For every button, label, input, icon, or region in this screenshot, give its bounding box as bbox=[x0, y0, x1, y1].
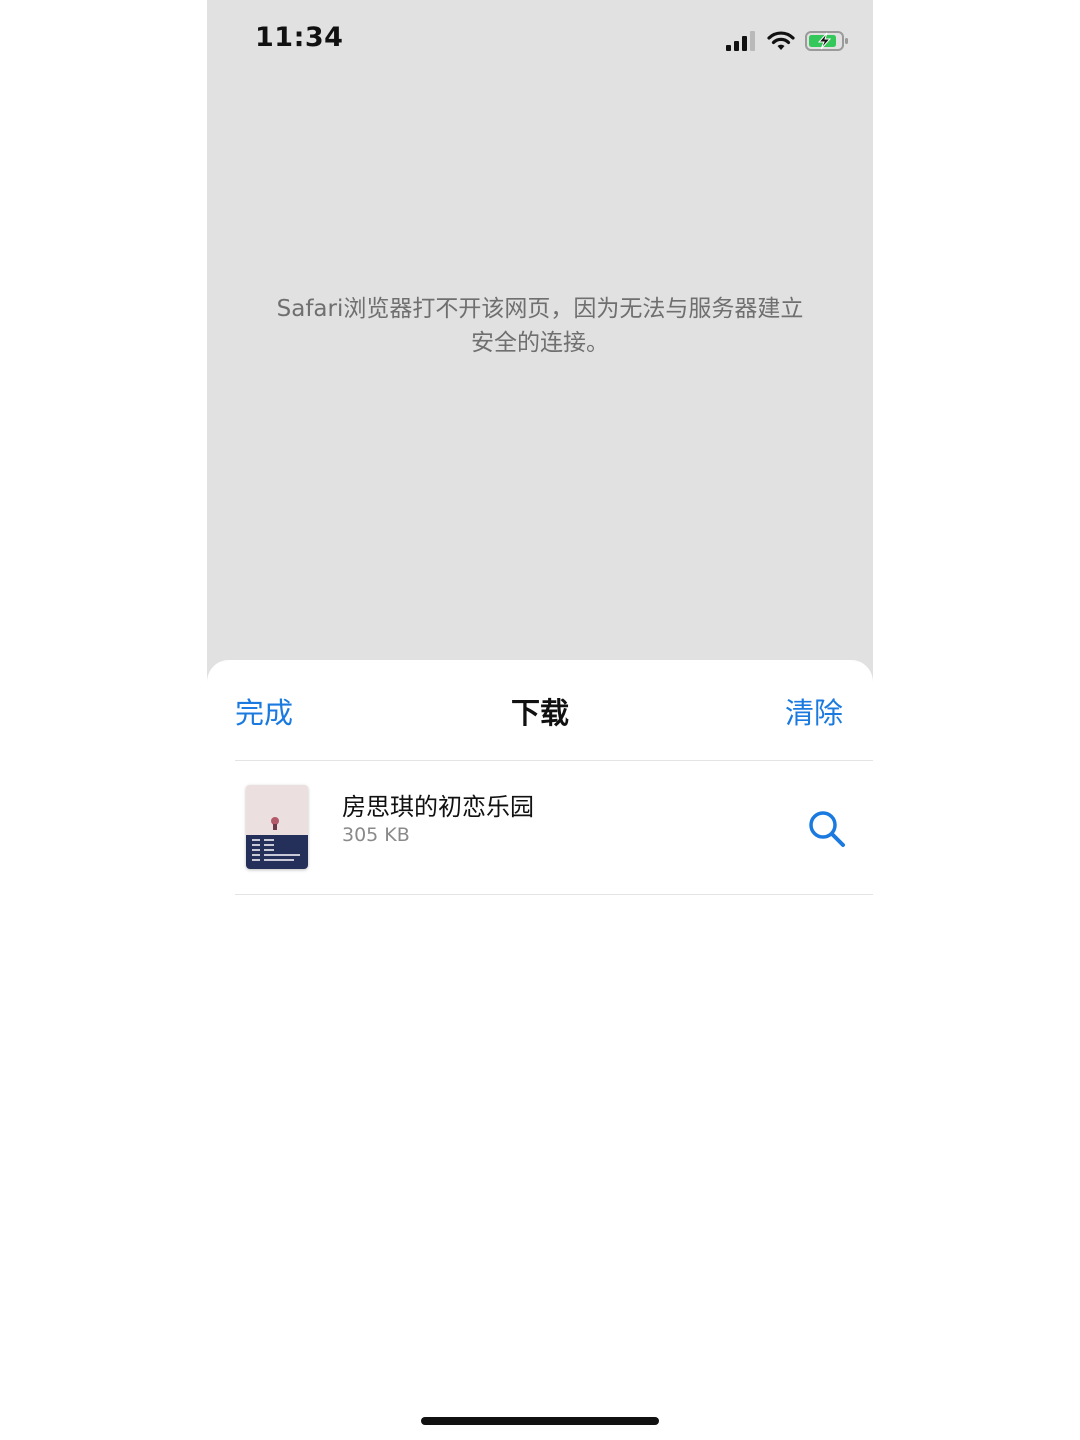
cover-text-lines-icon bbox=[252, 839, 300, 861]
wifi-icon bbox=[767, 31, 795, 50]
home-indicator[interactable] bbox=[421, 1417, 659, 1425]
browser-page: Safari浏览器打不开该网页，因为无法与服务器建立安全的连接。 bbox=[207, 0, 873, 700]
status-time: 11:34 bbox=[255, 22, 344, 53]
phone-screen: Safari浏览器打不开该网页，因为无法与服务器建立安全的连接。 11:34 完… bbox=[207, 0, 873, 1440]
search-icon[interactable] bbox=[807, 809, 847, 849]
row-divider bbox=[235, 894, 873, 895]
status-bar: 11:34 bbox=[207, 0, 873, 80]
file-name: 房思琪的初恋乐园 bbox=[342, 793, 534, 821]
file-thumbnail bbox=[246, 785, 308, 869]
clear-button[interactable]: 清除 bbox=[785, 690, 843, 732]
battery-charging-icon bbox=[805, 31, 848, 51]
file-size: 305 KB bbox=[342, 824, 410, 846]
sheet-title: 下载 bbox=[510, 696, 569, 730]
cover-illustration-icon bbox=[271, 817, 279, 830]
download-item[interactable]: 房思琪的初恋乐园 305 KB bbox=[207, 761, 873, 894]
status-icons bbox=[725, 28, 849, 54]
cellular-signal-icon bbox=[726, 31, 755, 51]
downloads-sheet: 完成 下载 清除 房思琪的初恋乐园 305 KB bbox=[207, 660, 873, 1440]
error-message: Safari浏览器打不开该网页，因为无法与服务器建立安全的连接。 bbox=[276, 296, 804, 356]
sheet-header: 完成 下载 清除 bbox=[207, 660, 873, 760]
